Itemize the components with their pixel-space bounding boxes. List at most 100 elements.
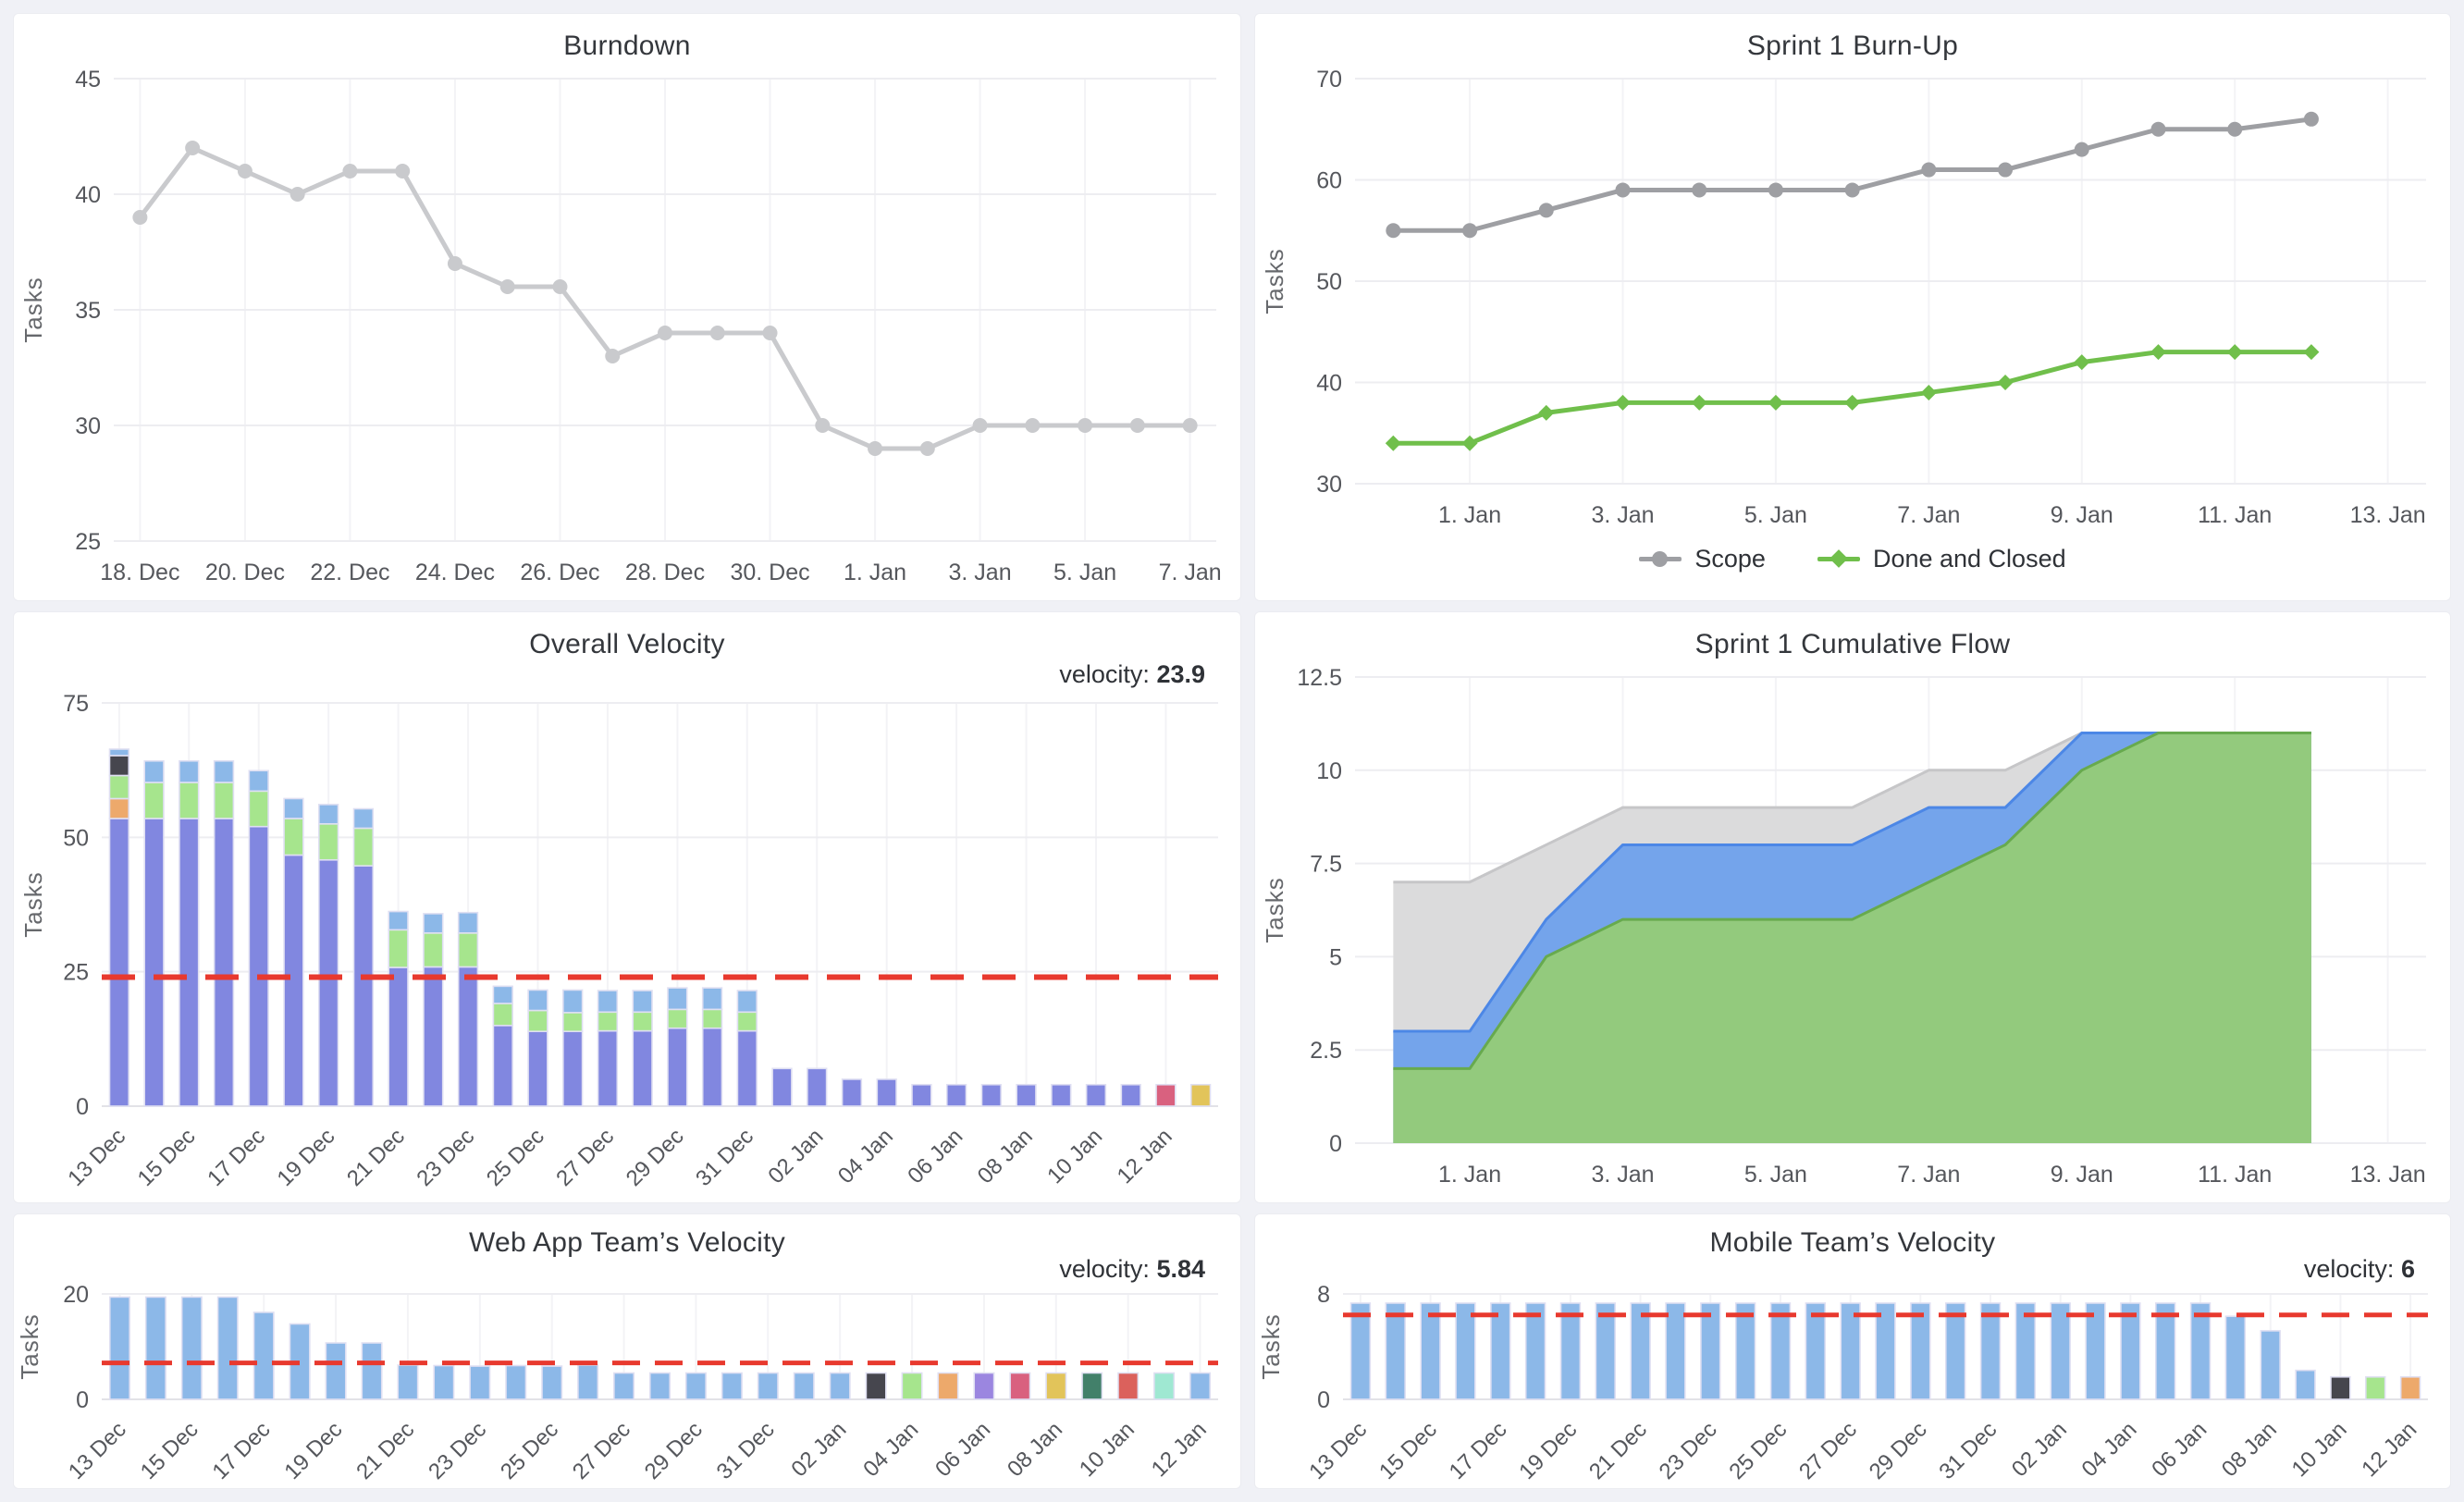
burndown-chart[interactable]: 253035404518. Dec20. Dec22. Dec24. Dec26… — [14, 64, 1240, 600]
svg-text:9. Jan: 9. Jan — [2051, 1162, 2113, 1188]
svg-text:7. Jan: 7. Jan — [1897, 502, 1960, 528]
svg-text:3. Jan: 3. Jan — [949, 560, 1012, 585]
webapp-velocity-panel: Web App Team’s Velocity velocity: 5.84 0… — [13, 1213, 1241, 1489]
svg-text:Tasks: Tasks — [1261, 248, 1288, 314]
svg-text:0: 0 — [1329, 1131, 1342, 1157]
webapp-velocity-title: Web App Team’s Velocity — [14, 1227, 1240, 1259]
svg-text:12.5: 12.5 — [1297, 665, 1342, 691]
svg-text:23 Dec: 23 Dec — [424, 1417, 491, 1484]
svg-text:1. Jan: 1. Jan — [1438, 502, 1501, 528]
svg-text:29 Dec: 29 Dec — [640, 1417, 708, 1484]
svg-text:06 Jan: 06 Jan — [2147, 1417, 2211, 1482]
svg-text:23 Dec: 23 Dec — [412, 1124, 479, 1191]
svg-text:Tasks: Tasks — [19, 871, 47, 937]
svg-text:75: 75 — [63, 692, 89, 717]
burndown-header: Burndown — [14, 14, 1240, 64]
svg-text:20. Dec: 20. Dec — [205, 560, 285, 585]
svg-text:12 Jan: 12 Jan — [1147, 1417, 1212, 1482]
dashboard: Burndown 253035404518. Dec20. Dec22. Dec… — [0, 0, 2464, 1502]
svg-text:13 Dec: 13 Dec — [64, 1417, 131, 1484]
svg-text:7. Jan: 7. Jan — [1897, 1162, 1960, 1188]
legend-item-done-and-closed[interactable]: Done and Closed — [1817, 545, 2066, 573]
mobile-velocity-value: velocity: 6 — [2304, 1255, 2415, 1284]
svg-text:13. Jan: 13. Jan — [2350, 502, 2426, 528]
svg-text:13 Dec: 13 Dec — [1304, 1417, 1372, 1484]
svg-text:9. Jan: 9. Jan — [2051, 502, 2113, 528]
svg-text:7. Jan: 7. Jan — [1159, 560, 1222, 585]
cumulative-flow-header: Sprint 1 Cumulative Flow — [1255, 612, 2450, 662]
svg-text:40: 40 — [1316, 371, 1342, 397]
overall-velocity-value: velocity: 23.9 — [1059, 660, 1205, 689]
svg-text:19 Dec: 19 Dec — [1514, 1417, 1582, 1484]
mobile-velocity-header: Mobile Team’s Velocity velocity: 6 — [1255, 1214, 2450, 1285]
svg-text:50: 50 — [1316, 269, 1342, 295]
svg-text:04 Jan: 04 Jan — [833, 1124, 898, 1188]
svg-text:5: 5 — [1329, 944, 1342, 970]
overall-velocity-panel: Overall Velocity velocity: 23.9 0 25 50 75 1… — [13, 611, 1241, 1203]
svg-text:12 Jan: 12 Jan — [1113, 1124, 1177, 1188]
svg-text:29 Dec: 29 Dec — [622, 1124, 689, 1191]
svg-text:02 Jan: 02 Jan — [786, 1417, 851, 1482]
svg-text:40: 40 — [75, 182, 101, 208]
svg-text:13 Dec: 13 Dec — [63, 1124, 130, 1191]
svg-text:10 Jan: 10 Jan — [1075, 1417, 1140, 1482]
svg-text:Tasks: Tasks — [19, 277, 47, 342]
svg-text:04 Jan: 04 Jan — [2077, 1417, 2142, 1482]
svg-text:11. Jan: 11. Jan — [2198, 502, 2272, 528]
svg-text:25: 25 — [63, 960, 89, 986]
svg-text:31 Dec: 31 Dec — [691, 1124, 758, 1191]
svg-text:30: 30 — [75, 413, 101, 439]
burnup-header: Sprint 1 Burn-Up — [1255, 14, 2450, 64]
svg-text:22. Dec: 22. Dec — [310, 560, 389, 585]
legend-label-scope: Scope — [1694, 545, 1766, 573]
burnup-legend: Scope Done and Closed — [1255, 543, 2450, 600]
mobile-velocity-title: Mobile Team’s Velocity — [1255, 1227, 2450, 1259]
svg-text:15 Dec: 15 Dec — [133, 1124, 201, 1191]
svg-text:11. Jan: 11. Jan — [2198, 1162, 2272, 1188]
webapp-velocity-chart[interactable]: 02013 Dec15 Dec17 Dec19 Dec21 Dec23 Dec2… — [14, 1285, 1240, 1488]
svg-text:21 Dec: 21 Dec — [351, 1417, 419, 1484]
svg-text:02 Jan: 02 Jan — [2007, 1417, 2072, 1482]
svg-text:21 Dec: 21 Dec — [342, 1124, 410, 1191]
svg-text:25: 25 — [75, 529, 101, 555]
burnup-chart[interactable]: 30405060701. Jan3. Jan5. Jan7. Jan9. Jan… — [1255, 64, 2450, 543]
svg-text:45: 45 — [75, 67, 101, 92]
svg-text:25 Dec: 25 Dec — [482, 1124, 549, 1191]
svg-text:02 Jan: 02 Jan — [763, 1124, 828, 1188]
svg-text:08 Jan: 08 Jan — [2217, 1417, 2282, 1482]
svg-text:19 Dec: 19 Dec — [273, 1124, 340, 1191]
mobile-velocity-panel: Mobile Team’s Velocity velocity: 6 0813 … — [1254, 1213, 2451, 1489]
overall-velocity-header: Overall Velocity velocity: 23.9 — [14, 612, 1240, 692]
svg-text:0: 0 — [76, 1387, 89, 1413]
mobile-velocity-chart[interactable]: 0813 Dec15 Dec17 Dec19 Dec21 Dec23 Dec25… — [1255, 1285, 2450, 1488]
svg-text:0: 0 — [1317, 1387, 1330, 1413]
cumulative-flow-chart[interactable]: 02.557.51012.51. Jan3. Jan5. Jan7. Jan9.… — [1255, 662, 2450, 1202]
svg-text:12 Jan: 12 Jan — [2357, 1417, 2421, 1482]
svg-text:15 Dec: 15 Dec — [1374, 1417, 1442, 1484]
overall-velocity-title: Overall Velocity — [14, 629, 1240, 660]
scope-line-icon — [1639, 557, 1682, 561]
svg-text:1. Jan: 1. Jan — [1438, 1162, 1501, 1188]
svg-text:7.5: 7.5 — [1310, 852, 1342, 878]
legend-item-scope[interactable]: Scope — [1639, 545, 1766, 573]
svg-text:27 Dec: 27 Dec — [568, 1417, 635, 1484]
svg-text:31 Dec: 31 Dec — [712, 1417, 780, 1484]
svg-text:0: 0 — [76, 1094, 89, 1120]
svg-text:5. Jan: 5. Jan — [1053, 560, 1116, 585]
cumulative-flow-title: Sprint 1 Cumulative Flow — [1255, 629, 2450, 660]
svg-text:70: 70 — [1316, 67, 1342, 92]
overall-velocity-chart[interactable]: 025507513 Dec15 Dec17 Dec19 Dec21 Dec23 … — [14, 692, 1240, 1202]
svg-text:30: 30 — [1316, 472, 1342, 498]
legend-label-done-and-closed: Done and Closed — [1873, 545, 2066, 573]
svg-text:13. Jan: 13. Jan — [2350, 1162, 2426, 1188]
svg-text:5. Jan: 5. Jan — [1744, 502, 1807, 528]
svg-text:06 Jan: 06 Jan — [930, 1417, 995, 1482]
svg-text:3. Jan: 3. Jan — [1591, 1162, 1654, 1188]
burndown-title: Burndown — [14, 31, 1240, 62]
svg-text:50: 50 — [63, 825, 89, 851]
svg-text:Tasks: Tasks — [1257, 1313, 1285, 1379]
svg-text:29 Dec: 29 Dec — [1865, 1417, 1932, 1484]
svg-text:19 Dec: 19 Dec — [279, 1417, 347, 1484]
svg-text:2.5: 2.5 — [1310, 1038, 1342, 1064]
svg-text:24. Dec: 24. Dec — [415, 560, 495, 585]
